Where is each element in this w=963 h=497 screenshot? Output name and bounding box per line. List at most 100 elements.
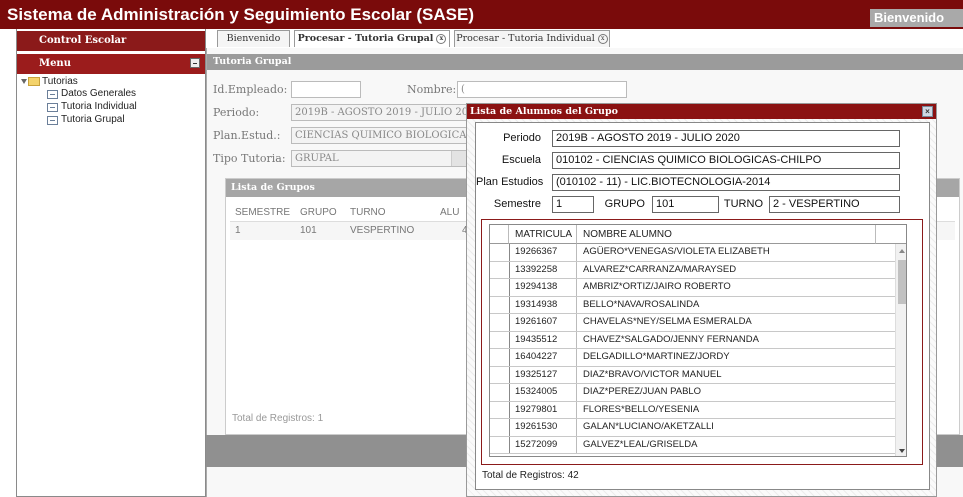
table-row[interactable]: 19325127 DIAZ*BRAVO/VICTOR MANUEL <box>490 366 895 384</box>
col-grupo[interactable]: GRUPO <box>300 207 337 218</box>
close-icon[interactable]: x <box>597 33 608 44</box>
tree-node-icon <box>47 103 58 112</box>
modal-semestre-field[interactable]: 1 <box>552 196 594 213</box>
table-row[interactable]: 15272099 GALVEZ*LEAL/GRISELDA <box>490 436 895 454</box>
tab-label: Bienvenido <box>226 33 281 44</box>
menu-tree: Tutorias Datos Generales Tutoria Individ… <box>17 74 205 495</box>
folder-icon <box>28 77 40 86</box>
menu-label: Menu <box>39 58 71 69</box>
tipo-tutoria-label: Tipo Tutoria: <box>213 152 286 165</box>
collapse-icon[interactable] <box>190 58 200 68</box>
cell-nombre: CHAVEZ*SALGADO/JENNY FERNANDA <box>583 333 759 345</box>
table-row[interactable]: 19266367 AGÜERO*VENEGAS/VIOLETA ELIZABETH <box>490 244 895 262</box>
modal-grupo-label: GRUPO <box>604 198 645 210</box>
cell-matricula: 15324005 <box>509 384 577 401</box>
cell-matricula: 19325127 <box>509 366 577 383</box>
col-alumnos[interactable]: ALU <box>440 207 459 218</box>
close-icon[interactable]: × <box>922 106 933 117</box>
dropdown-icon[interactable] <box>451 151 466 166</box>
table-row[interactable]: 19435512 CHAVEZ*SALGADO/JENNY FERNANDA <box>490 331 895 349</box>
row-number-header <box>490 225 509 244</box>
id-empleado-field[interactable] <box>291 81 361 98</box>
cell-semestre: 1 <box>235 225 241 236</box>
tree-item-tutoria-individual[interactable]: Tutoria Individual <box>61 101 137 112</box>
cell-matricula: 19435512 <box>509 331 577 348</box>
alumnos-rows: 19266367 AGÜERO*VENEGAS/VIOLETA ELIZABETH… <box>490 244 895 456</box>
col-semestre[interactable]: SEMESTRE <box>235 207 290 218</box>
tipo-tutoria-value: GRUPAL <box>295 153 339 164</box>
table-row[interactable]: 19279801 FLORES*BELLO/YESENIA <box>490 401 895 419</box>
table-row[interactable]: 19314938 BELLO*NAVA/ROSALINDA <box>490 296 895 314</box>
cell-nombre: DIAZ*PEREZ/JUAN PABLO <box>583 386 702 397</box>
scroll-thumb[interactable] <box>898 260 906 304</box>
left-panel: Control Escolar Menu Tutorias Datos Gene… <box>16 29 206 497</box>
tab-bienvenido[interactable]: Bienvenido <box>217 30 290 47</box>
cell-nombre: CHAVELAS*NEY/SELMA ESMERALDA <box>583 316 752 327</box>
control-escolar-header[interactable]: Control Escolar <box>17 31 205 51</box>
table-row[interactable]: 16404227 DELGADILLO*MARTINEZ/JORDY <box>490 349 895 367</box>
cell-matricula: 19314938 <box>509 296 577 313</box>
tab-bar: Bienvenido Procesar - Tutoria Grupal x Pr… <box>206 29 963 48</box>
modal-semestre-label: Semestre <box>493 198 541 210</box>
modal-turno-label: TURNO <box>723 198 763 210</box>
modal-plan-label: Plan Estudios <box>476 176 544 188</box>
table-row[interactable]: 19261530 GALAN*LUCIANO/AKETZALLI <box>490 419 895 437</box>
col-nombre-alumno[interactable]: NOMBRE ALUMNO <box>577 225 876 244</box>
plan-field[interactable]: CIENCIAS QUIMICO BIOLOGICAS-CH <box>291 127 471 144</box>
tree-node-icon <box>47 116 58 125</box>
menu-header[interactable]: Menu <box>17 54 205 74</box>
periodo-field[interactable]: 2019B - AGOSTO 2019 - JULIO 2020 <box>291 104 471 121</box>
alumnos-total: Total de Registros: 42 <box>482 470 579 481</box>
cell-nombre: DIAZ*BRAVO/VICTOR MANUEL <box>583 368 722 380</box>
expand-arrow-icon[interactable] <box>21 79 27 84</box>
tree-item-datos-generales[interactable]: Datos Generales <box>61 88 136 99</box>
tipo-tutoria-select[interactable]: GRUPAL <box>291 150 471 167</box>
cell-matricula: 19261530 <box>509 419 577 436</box>
cell-matricula: 19266367 <box>509 244 577 261</box>
col-matricula[interactable]: MATRICULA <box>509 225 577 244</box>
cell-matricula: 15272099 <box>509 436 577 453</box>
table-row[interactable]: 19261607 CHAVELAS*NEY/SELMA ESMERALDA <box>490 314 895 332</box>
modal-plan-field[interactable]: (010102 - 11) - LIC.BIOTECNOLOGIA-2014 <box>552 174 900 191</box>
modal-escuela-field[interactable]: 010102 - CIENCIAS QUIMICO BIOLOGICAS-CHI… <box>552 152 900 169</box>
panel-title: Tutoria Grupal <box>207 54 963 70</box>
cell-nombre: DELGADILLO*MARTINEZ/JORDY <box>583 351 730 362</box>
modal-title: Lista de Alumnos del Grupo <box>467 104 936 119</box>
modal-content: Periodo 2019B - AGOSTO 2019 - JULIO 2020… <box>475 122 930 490</box>
alumnos-list-panel: MATRICULA NOMBRE ALUMNO 19266367 AGÜERO*V… <box>481 219 923 465</box>
cell-grupo: 101 <box>300 225 317 236</box>
alumnos-modal: Lista de Alumnos del Grupo × Periodo 201… <box>466 103 937 497</box>
modal-turno-field[interactable]: 2 - VESPERTINO <box>769 196 900 213</box>
tab-label: Procesar - Tutoria Individual <box>456 33 595 44</box>
app-title: Sistema de Administración y Seguimiento … <box>7 5 474 24</box>
tab-tutoria-individual[interactable]: Procesar - Tutoria Individual x <box>454 30 610 47</box>
app-header: Sistema de Administración y Seguimiento … <box>0 0 963 29</box>
cell-nombre: AGÜERO*VENEGAS/VIOLETA ELIZABETH <box>583 246 770 257</box>
cell-nombre: FLORES*BELLO/YESENIA <box>583 403 700 415</box>
vertical-scrollbar[interactable] <box>895 244 906 456</box>
cell-nombre: GALAN*LUCIANO/AKETZALLI <box>583 421 714 432</box>
nombre-field[interactable]: ( <box>457 81 627 98</box>
cell-nombre: ALVAREZ*CARRANZA/MARAYSED <box>583 263 737 275</box>
table-row[interactable]: 19294138 AMBRIZ*ORTIZ/JAIRO ROBERTO <box>490 279 895 297</box>
tree-item-tutoria-grupal[interactable]: Tutoria Grupal <box>61 114 125 125</box>
cell-matricula: 19261607 <box>509 314 577 331</box>
modal-periodo-label: Periodo <box>503 132 541 144</box>
modal-grupo-field[interactable]: 101 <box>652 196 719 213</box>
header-filler <box>876 225 906 244</box>
col-turno[interactable]: TURNO <box>350 207 386 218</box>
table-row[interactable]: 15324005 DIAZ*PEREZ/JUAN PABLO <box>490 384 895 402</box>
tree-root-tutorias[interactable]: Tutorias <box>42 76 78 87</box>
cell-nombre: AMBRIZ*ORTIZ/JAIRO ROBERTO <box>583 281 731 292</box>
scroll-down-icon[interactable] <box>899 449 905 453</box>
cell-nombre: GALVEZ*LEAL/GRISELDA <box>583 438 698 450</box>
cell-matricula: 16404227 <box>509 349 577 366</box>
modal-periodo-field[interactable]: 2019B - AGOSTO 2019 - JULIO 2020 <box>552 130 900 147</box>
table-row[interactable]: 13392258 ALVAREZ*CARRANZA/MARAYSED <box>490 261 895 279</box>
scroll-up-icon[interactable] <box>899 249 905 253</box>
nombre-label: Nombre: <box>407 83 457 96</box>
close-icon[interactable]: x <box>436 33 447 44</box>
cell-matricula: 13392258 <box>509 261 577 278</box>
tab-tutoria-grupal[interactable]: Procesar - Tutoria Grupal x <box>294 30 450 47</box>
cell-matricula: 19294138 <box>509 279 577 296</box>
